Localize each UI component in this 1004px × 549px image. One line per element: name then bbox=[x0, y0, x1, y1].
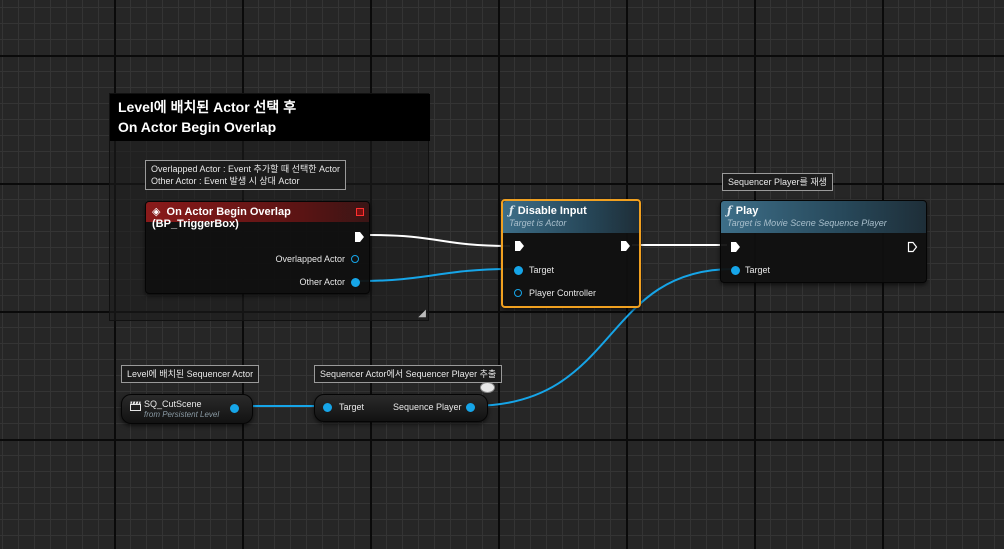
getter-pin-sequence-player[interactable] bbox=[466, 403, 475, 412]
play-node-subtitle: Target is Movie Scene Sequence Player bbox=[727, 218, 887, 228]
play-label-target: Target bbox=[745, 265, 771, 275]
event-tooltip-line2: Other Actor : Event 발생 시 상대 Actor bbox=[151, 176, 300, 186]
disable-input-label-player-controller: Player Controller bbox=[529, 288, 597, 298]
event-node-comment-bubble: Overlapped Actor : Event 추가할 때 선택한 Actor… bbox=[145, 160, 347, 190]
play-tooltip-text: Sequencer Player를 재생 bbox=[728, 177, 827, 187]
play-pin-target[interactable] bbox=[731, 266, 740, 275]
actor-ref-output-pin[interactable] bbox=[230, 404, 239, 413]
event-node-header[interactable]: ◈ On Actor Begin Overlap (BP_TriggerBox) bbox=[146, 202, 369, 230]
disable-input-node[interactable]: ƒ Disable Input Target is Actor Target Pl… bbox=[501, 199, 641, 308]
actor-ref-subtitle: from Persistent Level bbox=[144, 410, 220, 419]
disable-input-label-target: Target bbox=[529, 265, 555, 275]
actor-ref-title: SQ_CutScene bbox=[144, 399, 202, 409]
play-node-header[interactable]: ƒ Play Target is Movie Scene Sequence Pla… bbox=[721, 201, 926, 233]
event-node-on-actor-begin-overlap[interactable]: ◈ On Actor Begin Overlap (BP_TriggerBox)… bbox=[145, 201, 370, 294]
getter-comment-bubble: Sequencer Actor에서 Sequencer Player 추출 bbox=[314, 365, 503, 383]
comment-title-line1: Level에 배치된 Actor 선택 후 bbox=[118, 99, 297, 115]
disable-input-pin-player-controller[interactable] bbox=[514, 289, 522, 297]
sequence-player-getter-node[interactable]: Target Sequence Player bbox=[314, 394, 488, 422]
getter-label-target: Target bbox=[339, 402, 365, 412]
function-icon: ƒ bbox=[727, 204, 732, 217]
pin-label-other-actor: Other Actor bbox=[299, 277, 345, 287]
pin-overlapped-actor[interactable] bbox=[351, 255, 359, 263]
event-diamond-icon: ◈ bbox=[152, 206, 161, 218]
disable-input-title: Disable Input bbox=[517, 205, 587, 217]
getter-pin-target[interactable] bbox=[323, 403, 332, 412]
disable-input-header[interactable]: ƒ Disable Input Target is Actor bbox=[503, 201, 639, 233]
clapperboard-icon bbox=[130, 398, 141, 416]
disable-input-pin-target[interactable] bbox=[514, 266, 523, 275]
comment-title[interactable]: Level에 배치된 Actor 선택 후 On Actor Begin Ove… bbox=[110, 94, 430, 141]
play-node-comment-bubble: Sequencer Player를 재생 bbox=[722, 173, 833, 191]
disable-input-subtitle: Target is Actor bbox=[509, 218, 567, 228]
actor-reference-node-sq-cutscene[interactable]: SQ_CutScene from Persistent Level bbox=[121, 394, 253, 424]
pin-other-actor[interactable] bbox=[351, 278, 360, 287]
play-node[interactable]: ƒ Play Target is Movie Scene Sequence Pla… bbox=[720, 200, 927, 283]
play-node-title: Play bbox=[735, 205, 759, 217]
actor-ref-tooltip-text: Level에 배치된 Sequencer Actor bbox=[127, 369, 254, 379]
comment-title-line2: On Actor Begin Overlap bbox=[118, 119, 277, 135]
actor-ref-comment-bubble: Level에 배치된 Sequencer Actor bbox=[121, 365, 260, 383]
event-tooltip-line1: Overlapped Actor : Event 추가할 때 선택한 Actor bbox=[151, 164, 341, 174]
speech-bubble-icon bbox=[480, 382, 495, 393]
resize-grip-icon[interactable]: ◢ bbox=[418, 308, 426, 319]
getter-label-sequence-player: Sequence Player bbox=[393, 402, 462, 412]
pin-label-overlapped-actor: Overlapped Actor bbox=[275, 254, 345, 264]
getter-tooltip-text: Sequencer Actor에서 Sequencer Player 추출 bbox=[320, 369, 497, 379]
function-icon: ƒ bbox=[509, 204, 514, 217]
event-delegate-pin-icon[interactable] bbox=[356, 208, 364, 216]
event-node-title: On Actor Begin Overlap (BP_TriggerBox) bbox=[152, 206, 291, 230]
